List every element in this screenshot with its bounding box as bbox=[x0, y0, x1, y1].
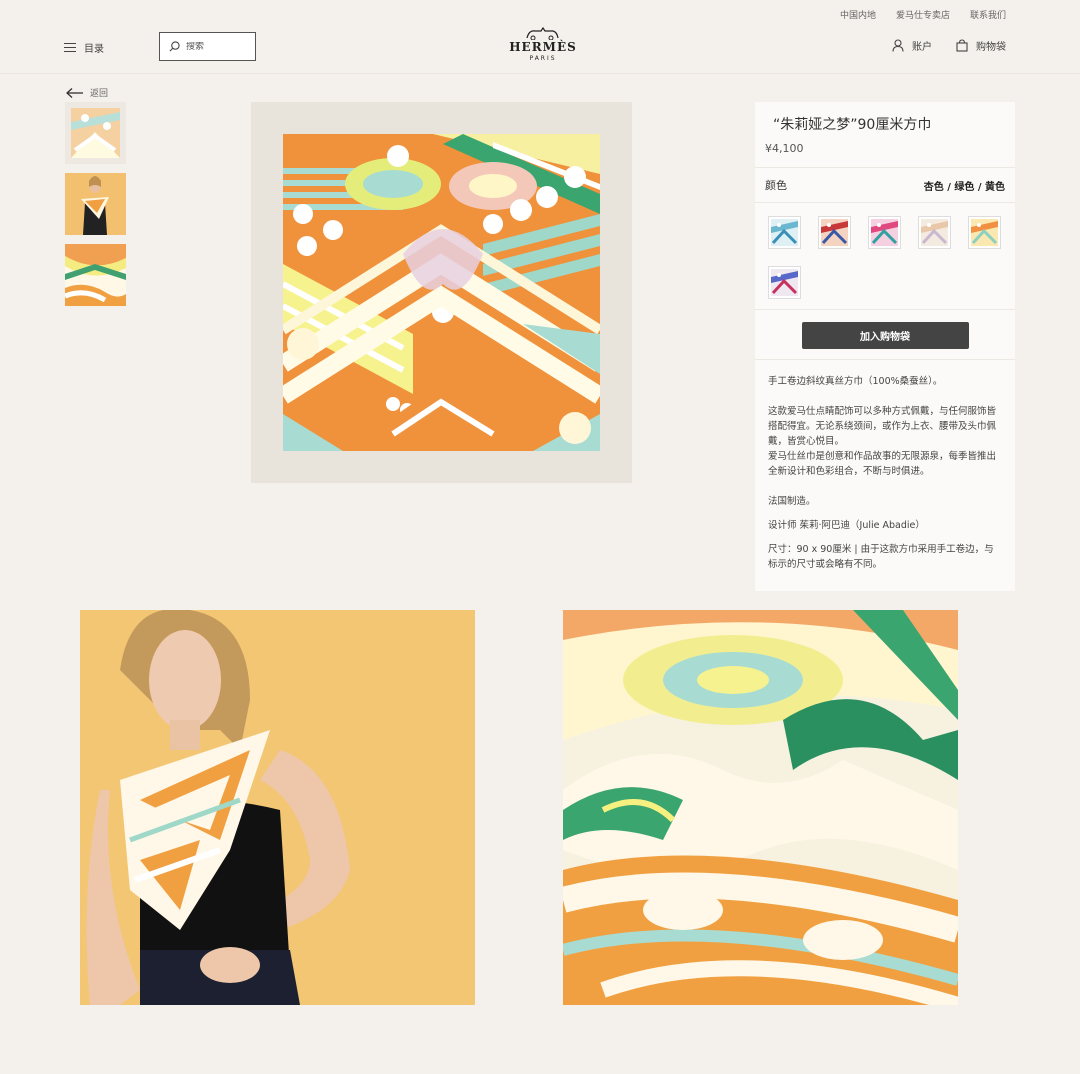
product-title: “朱莉娅之梦”90厘米方巾 bbox=[773, 117, 932, 133]
color-label: 颜色 bbox=[765, 179, 787, 192]
hamburger-icon bbox=[64, 43, 76, 52]
model-photo[interactable] bbox=[80, 610, 475, 1005]
scarf-detail-photo[interactable] bbox=[563, 610, 958, 1005]
menu-button[interactable]: 目录 bbox=[64, 40, 104, 55]
search-box[interactable] bbox=[159, 32, 256, 61]
brand-logo[interactable]: HERMÈS PARIS bbox=[503, 26, 583, 62]
selected-color: 杏色 / 绿色 / 黄色 bbox=[923, 181, 1005, 193]
color-swatch[interactable] bbox=[818, 216, 851, 249]
description-line: 爱马仕丝巾是创意和作品故事的无限源泉，每季皆推出全新设计和色彩组合，不断与时俱进… bbox=[768, 451, 997, 477]
header-actions: 账户 购物袋 bbox=[892, 38, 1006, 53]
search-input[interactable] bbox=[186, 41, 246, 52]
logo-city-text: PARIS bbox=[529, 55, 557, 62]
bag-label: 购物袋 bbox=[976, 42, 1006, 53]
search-icon bbox=[169, 41, 180, 52]
description-line: 手工卷边斜纹真丝方巾（100%桑蚕丝）。 bbox=[768, 376, 943, 387]
logo-brand-text: HERMÈS bbox=[509, 40, 577, 54]
site-header: 目录 HERMÈS PARIS 账户 购物袋 bbox=[0, 0, 1080, 74]
thumbnail-scarf-flat[interactable] bbox=[65, 102, 126, 164]
product-info-panel: “朱莉娅之梦”90厘米方巾 ¥4,100 颜色 杏色 / 绿色 / 黄色 加入购… bbox=[755, 102, 1015, 591]
carriage-logo-icon bbox=[526, 26, 559, 40]
product-main-image[interactable] bbox=[251, 102, 632, 483]
shopping-bag-link[interactable]: 购物袋 bbox=[956, 38, 1006, 53]
color-swatch[interactable] bbox=[768, 216, 801, 249]
product-price: ¥4,100 bbox=[765, 142, 804, 155]
thumbnail-model[interactable] bbox=[65, 173, 126, 235]
arrow-left-icon bbox=[66, 87, 83, 98]
user-icon bbox=[892, 39, 904, 52]
product-description: 手工卷边斜纹真丝方巾（100%桑蚕丝）。 这款爱马仕点睛配饰可以多种方式佩戴，与… bbox=[755, 360, 1015, 586]
thumbnail-detail[interactable] bbox=[65, 244, 126, 306]
designer-line: 设计师 茱莉·阿巴迪（Julie Abadie） bbox=[768, 520, 925, 531]
color-swatch[interactable] bbox=[968, 216, 1001, 249]
divider bbox=[755, 309, 1015, 310]
color-swatch[interactable] bbox=[768, 266, 801, 299]
description-line: 法国制造。 bbox=[768, 496, 816, 507]
scarf-artwork bbox=[278, 134, 605, 451]
add-to-bag-button[interactable]: 加入购物袋 bbox=[801, 322, 969, 349]
color-swatch[interactable] bbox=[868, 216, 901, 249]
back-link[interactable]: 返回 bbox=[66, 86, 108, 99]
account-label: 账户 bbox=[912, 42, 932, 53]
shopping-bag-icon bbox=[956, 39, 968, 52]
color-row: 颜色 杏色 / 绿色 / 黄色 bbox=[755, 168, 1015, 202]
color-swatch-list bbox=[755, 203, 1015, 309]
back-label: 返回 bbox=[90, 89, 109, 99]
description-line: 这款爱马仕点睛配饰可以多种方式佩戴，与任何服饰皆搭配得宜。无论系绕颈间，或作为上… bbox=[768, 406, 997, 447]
account-link[interactable]: 账户 bbox=[892, 38, 932, 53]
menu-label: 目录 bbox=[84, 44, 104, 55]
color-swatch[interactable] bbox=[918, 216, 951, 249]
size-line: 尺寸：90 x 90厘米 | 由于这款方巾采用手工卷边，与标示的尺寸或会略有不同… bbox=[768, 544, 994, 570]
thumbnail-list bbox=[65, 102, 126, 306]
